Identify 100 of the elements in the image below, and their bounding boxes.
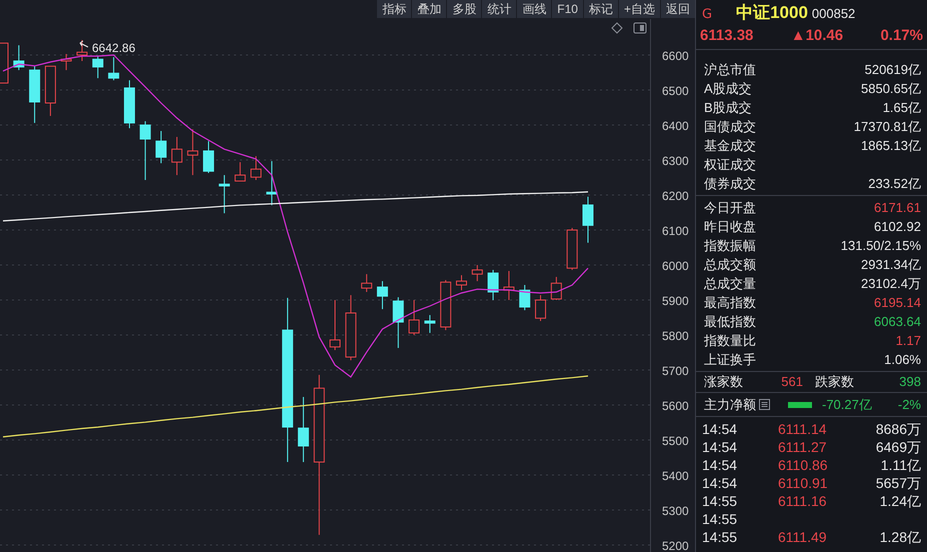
price-axis-label: 6600: [662, 49, 689, 64]
stat-label: 债券成交: [704, 174, 756, 193]
stat-label: 权证成交: [704, 156, 756, 174]
candlestick: [503, 270, 514, 301]
candlestick: [234, 162, 246, 182]
tick-volume: 1.11亿: [880, 456, 921, 474]
tick-volume: 1.28亿: [880, 528, 921, 546]
stat-label: B股成交: [704, 98, 752, 117]
toolbar-button[interactable]: 多股: [447, 0, 482, 18]
stat-value: 520619亿: [864, 60, 921, 79]
toolbar-button[interactable]: 返回: [661, 0, 695, 18]
toolbar-button[interactable]: F10: [552, 0, 583, 18]
toolbar-button[interactable]: 标记: [584, 0, 618, 18]
candlestick: [550, 276, 562, 301]
change-percent: 0.17%: [880, 26, 923, 46]
stat-label: 基金成交: [704, 136, 756, 155]
tick-price: 6110.91: [778, 474, 828, 492]
tick-price: 6111.49: [778, 528, 827, 546]
candlestick: [519, 284, 530, 311]
market-tag: G: [702, 5, 712, 24]
price-axis-label: 6500: [662, 84, 689, 98]
stat-label: 总成交额: [704, 256, 756, 274]
price-axis-label: 5700: [662, 364, 689, 378]
price-axis-label: 5400: [662, 469, 689, 483]
stat-value: 1.65亿: [882, 98, 921, 117]
candlestick: [171, 136, 182, 176]
stat-value: 233.52亿: [868, 174, 921, 193]
toolbar-button[interactable]: +自选: [618, 0, 660, 18]
list-icon[interactable]: [759, 399, 770, 410]
stat-label: A股成交: [704, 80, 752, 98]
candlestick: [203, 140, 214, 174]
price-axis-label: 6200: [662, 189, 689, 204]
candlestick: [140, 120, 151, 180]
candlestick: [582, 196, 594, 244]
stat-label: 最高指数: [704, 294, 756, 312]
stat-value: 17370.81亿: [854, 118, 921, 136]
flow-bar: [788, 402, 812, 408]
price-axis-label: 6400: [662, 119, 689, 134]
tick-volume: 8686万: [876, 420, 921, 438]
tick-price: 6111.16: [778, 492, 827, 510]
decliners-label: 跌家数: [815, 373, 854, 392]
stat-value: 6195.14: [874, 294, 921, 312]
index-code: 000852: [812, 5, 856, 23]
stat-value: 6102.92: [874, 218, 921, 236]
last-price: 6113.38: [700, 26, 754, 46]
candlestick: [392, 296, 404, 348]
stat-value: 131.50/2.15%: [840, 236, 921, 255]
high-price-label: 6642.86: [92, 41, 136, 55]
price-axis-label: 5600: [662, 399, 689, 414]
tick-time: 14:55: [702, 492, 738, 510]
toolbar-button[interactable]: 指标: [377, 0, 412, 18]
stat-label: 总成交量: [704, 274, 756, 293]
stat-label: 沪总市值: [704, 60, 756, 79]
stat-value: 2931.34亿: [861, 256, 921, 274]
candlestick: [29, 66, 40, 124]
toolbar-button[interactable]: 画线: [517, 0, 552, 18]
tick-time: 14:54: [702, 420, 738, 438]
diamond-icon[interactable]: [611, 22, 623, 34]
stat-value: 6063.64: [874, 312, 921, 331]
stat-value: 1.06%: [884, 350, 921, 369]
advancers-count: 561: [780, 373, 803, 392]
candlestick: [535, 294, 546, 322]
price-change: ▲10.46: [790, 26, 844, 46]
tick-time: 14:55: [702, 510, 738, 528]
tick-volume: 1.24亿: [880, 492, 921, 510]
candlestick: [60, 54, 72, 71]
tick-price: 6111.14: [778, 420, 827, 438]
toolbar-button[interactable]: 统计: [482, 0, 516, 18]
candlestick: [108, 56, 120, 81]
tick-time: 14:54: [702, 474, 738, 492]
main-flow-percent: -2%: [898, 396, 921, 414]
stat-value: 6171.61: [874, 198, 921, 217]
advancers-label: 涨家数: [704, 373, 743, 392]
stat-label: 指数振幅: [704, 236, 756, 255]
candlestick: [440, 280, 452, 331]
price-axis-label: 5900: [662, 294, 689, 308]
index-name: 中证1000: [736, 2, 808, 24]
price-axis-label: 5300: [662, 504, 689, 518]
stat-value: 23102.4万: [861, 274, 921, 293]
toolbar-button[interactable]: 叠加: [412, 0, 446, 18]
tick-time: 14:54: [702, 438, 738, 456]
tick-time: 14:54: [702, 456, 738, 474]
candlestick: [566, 227, 578, 270]
stat-label: 上证换手: [704, 350, 756, 369]
panel-toggle-icon[interactable]: [634, 22, 646, 34]
candlestick: [472, 264, 483, 282]
price-axis-label: 6300: [662, 154, 689, 168]
price-axis-label: 5500: [662, 434, 689, 448]
price-axis-label: 5800: [662, 329, 689, 344]
decliners-count: 398: [899, 373, 921, 392]
candlestick: [376, 280, 388, 310]
candlestick: [266, 160, 278, 206]
stat-label: 昨日收盘: [704, 218, 756, 236]
stat-value: 5850.65亿: [861, 80, 921, 98]
high-marker-arrow-icon: [80, 40, 88, 48]
candlestick: [13, 44, 24, 71]
candlestick: [330, 300, 340, 351]
candlestick: [44, 66, 56, 116]
price-axis-label: 5200: [662, 539, 689, 552]
tick-volume: 5657万: [876, 474, 921, 492]
